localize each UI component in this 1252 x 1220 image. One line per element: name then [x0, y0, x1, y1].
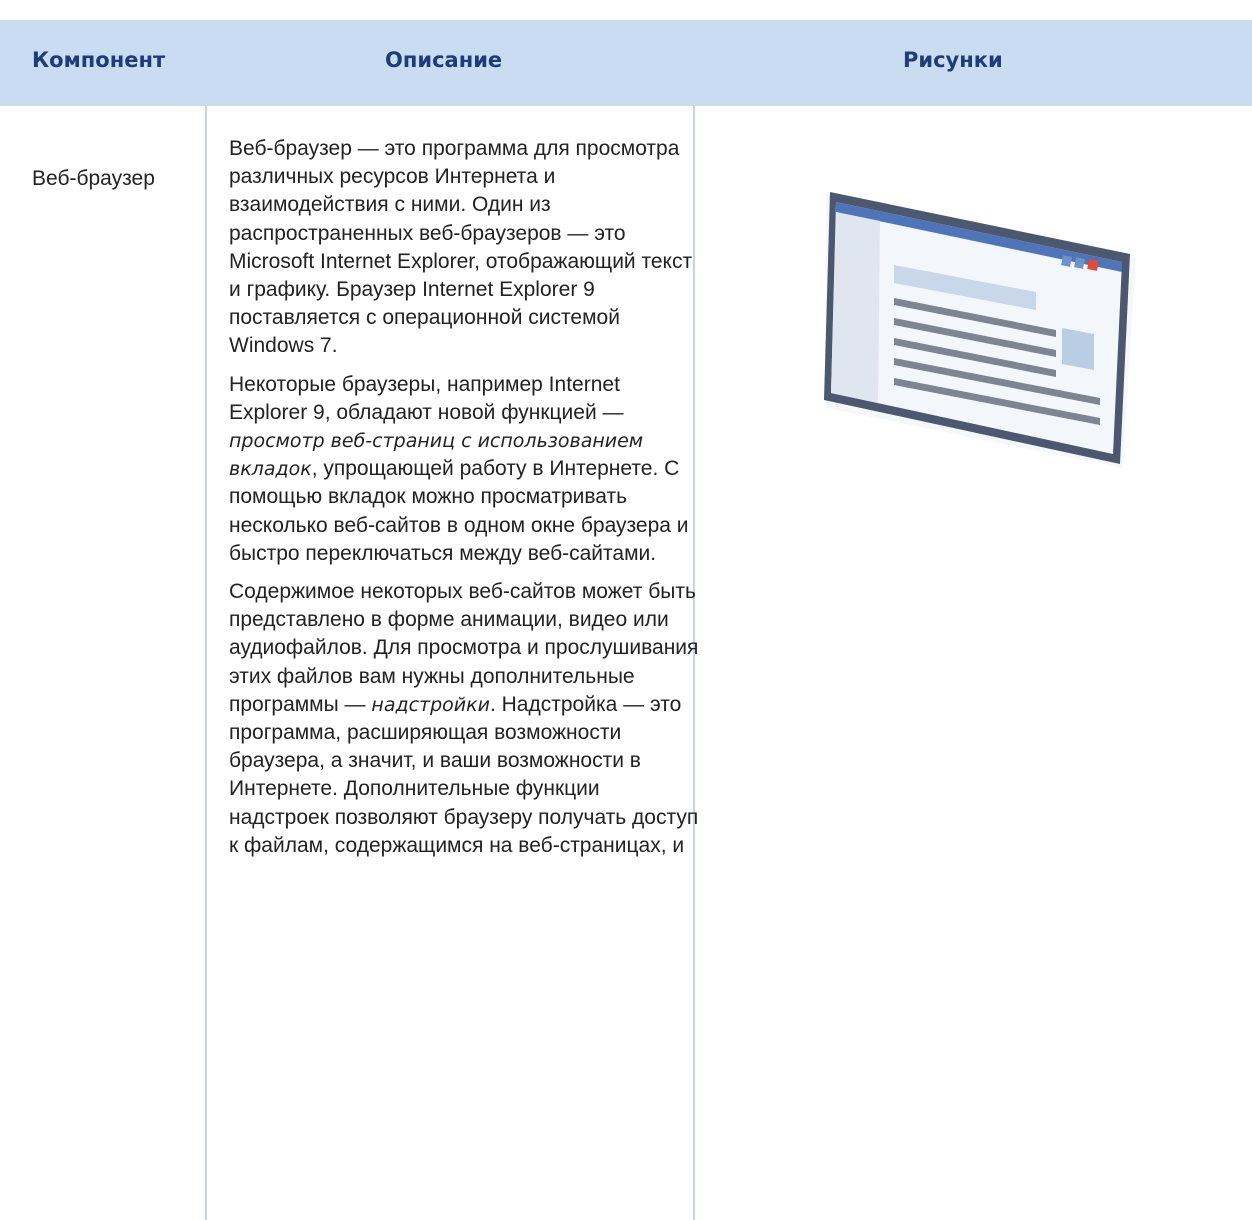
content-table: Компонент Описание Рисунки Веб-браузер В…	[0, 0, 1252, 1220]
table-header: Компонент Описание Рисунки	[0, 20, 1252, 106]
paragraph: Веб-браузер — это программа для просмотр…	[229, 137, 693, 358]
header-figures: Рисунки	[903, 48, 1003, 72]
paragraph: Содержимое некоторых веб-сайтов может бы…	[229, 578, 699, 860]
header-description: Описание	[385, 48, 503, 72]
paragraph: Некоторые браузеры, например Internet Ex…	[229, 371, 699, 568]
cell-description: Веб-браузер — это программа для просмотр…	[229, 135, 699, 870]
cell-component: Веб-браузер	[32, 167, 155, 190]
emphasis: надстройки	[371, 693, 490, 716]
close-icon	[1087, 259, 1099, 271]
column-divider	[205, 106, 207, 1220]
browser-window-illustration	[824, 192, 1136, 468]
minimize-icon	[1061, 255, 1072, 267]
content-image-block	[1062, 328, 1094, 370]
text: Некоторые браузеры, например Internet Ex…	[229, 372, 624, 424]
text: . Надстройка — это программа, расширяюща…	[229, 692, 699, 857]
maximize-icon	[1074, 257, 1085, 269]
sidebar	[831, 212, 880, 403]
header-component: Компонент	[32, 48, 166, 72]
